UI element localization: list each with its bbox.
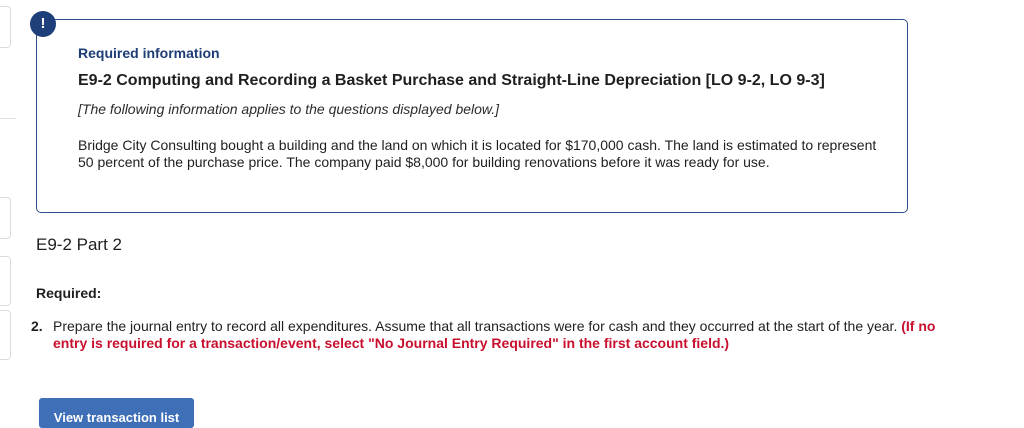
divider [0, 118, 16, 119]
side-panel-edge [0, 310, 11, 360]
side-panel-edge [0, 197, 11, 239]
info-title: Required information [78, 45, 220, 61]
info-note: [The following information applies to th… [78, 101, 500, 117]
requirement-text: Prepare the journal entry to record all … [53, 318, 898, 334]
part-heading: E9-2 Part 2 [36, 235, 122, 254]
requirement-item: 2. Prepare the journal entry to record a… [31, 318, 951, 352]
alert-icon: ! [30, 11, 56, 37]
side-panel-edge [0, 256, 11, 306]
side-panel-edge [0, 6, 11, 48]
requirement-number: 2. [31, 318, 43, 334]
required-label: Required: [36, 285, 102, 301]
required-information-box: Required information E9-2 Computing and … [36, 19, 908, 213]
exercise-heading: E9-2 Computing and Recording a Basket Pu… [78, 72, 825, 89]
info-body: Bridge City Consulting bought a building… [78, 137, 877, 170]
view-transaction-list-button[interactable]: View transaction list [39, 398, 194, 428]
